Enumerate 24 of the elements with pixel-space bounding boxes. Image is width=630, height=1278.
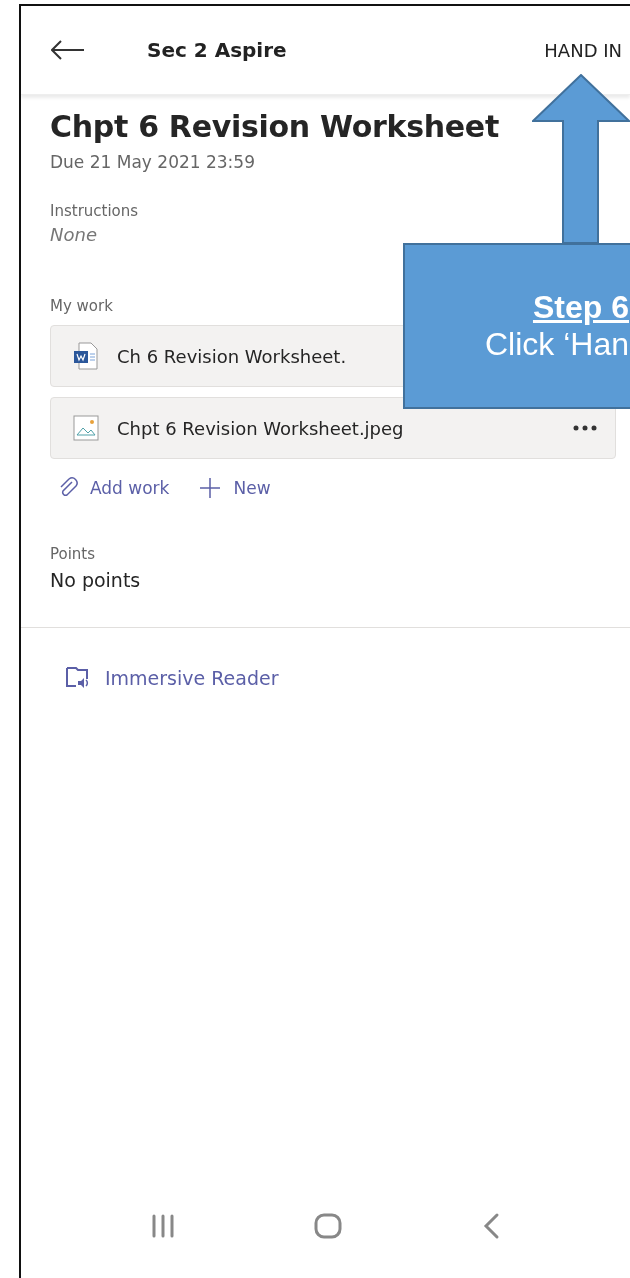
add-link[interactable]: Add work [58,477,170,499]
plus-icon [199,477,222,499]
file-name: Chpt 6 Revision Worksheet.jpeg [117,417,405,439]
due-date: Due 21 May 2021 23:59 [50,152,256,172]
instructions-label: Instructions [50,202,139,220]
assignment-title: Chpt 6 Revision Worksheet [50,109,500,144]
back-arrow-icon[interactable] [51,40,85,60]
add-link[interactable]: New [199,477,271,499]
book-speaker-icon [65,666,91,690]
step-heading: Step 6 [532,289,629,326]
file-card[interactable]: Chpt 6 Revision Worksheet.jpeg [50,397,616,459]
class-title: Sec 2 Aspire [147,38,288,62]
more-options-icon[interactable] [573,425,597,431]
paperclip-icon [58,477,78,499]
image-file-icon [73,415,99,441]
home-icon[interactable] [313,1212,344,1240]
word-document-icon [73,342,99,370]
instructions-text: None [50,224,98,245]
my-work-label: My work [50,297,113,315]
hand-in-button[interactable]: HAND IN [544,39,622,61]
points-value: No points [50,569,142,591]
file-name: Ch 6 Revision Worksheet. [117,345,348,367]
immersive-reader-link[interactable]: Immersive Reader [65,666,630,690]
points-label: Points [50,545,96,563]
